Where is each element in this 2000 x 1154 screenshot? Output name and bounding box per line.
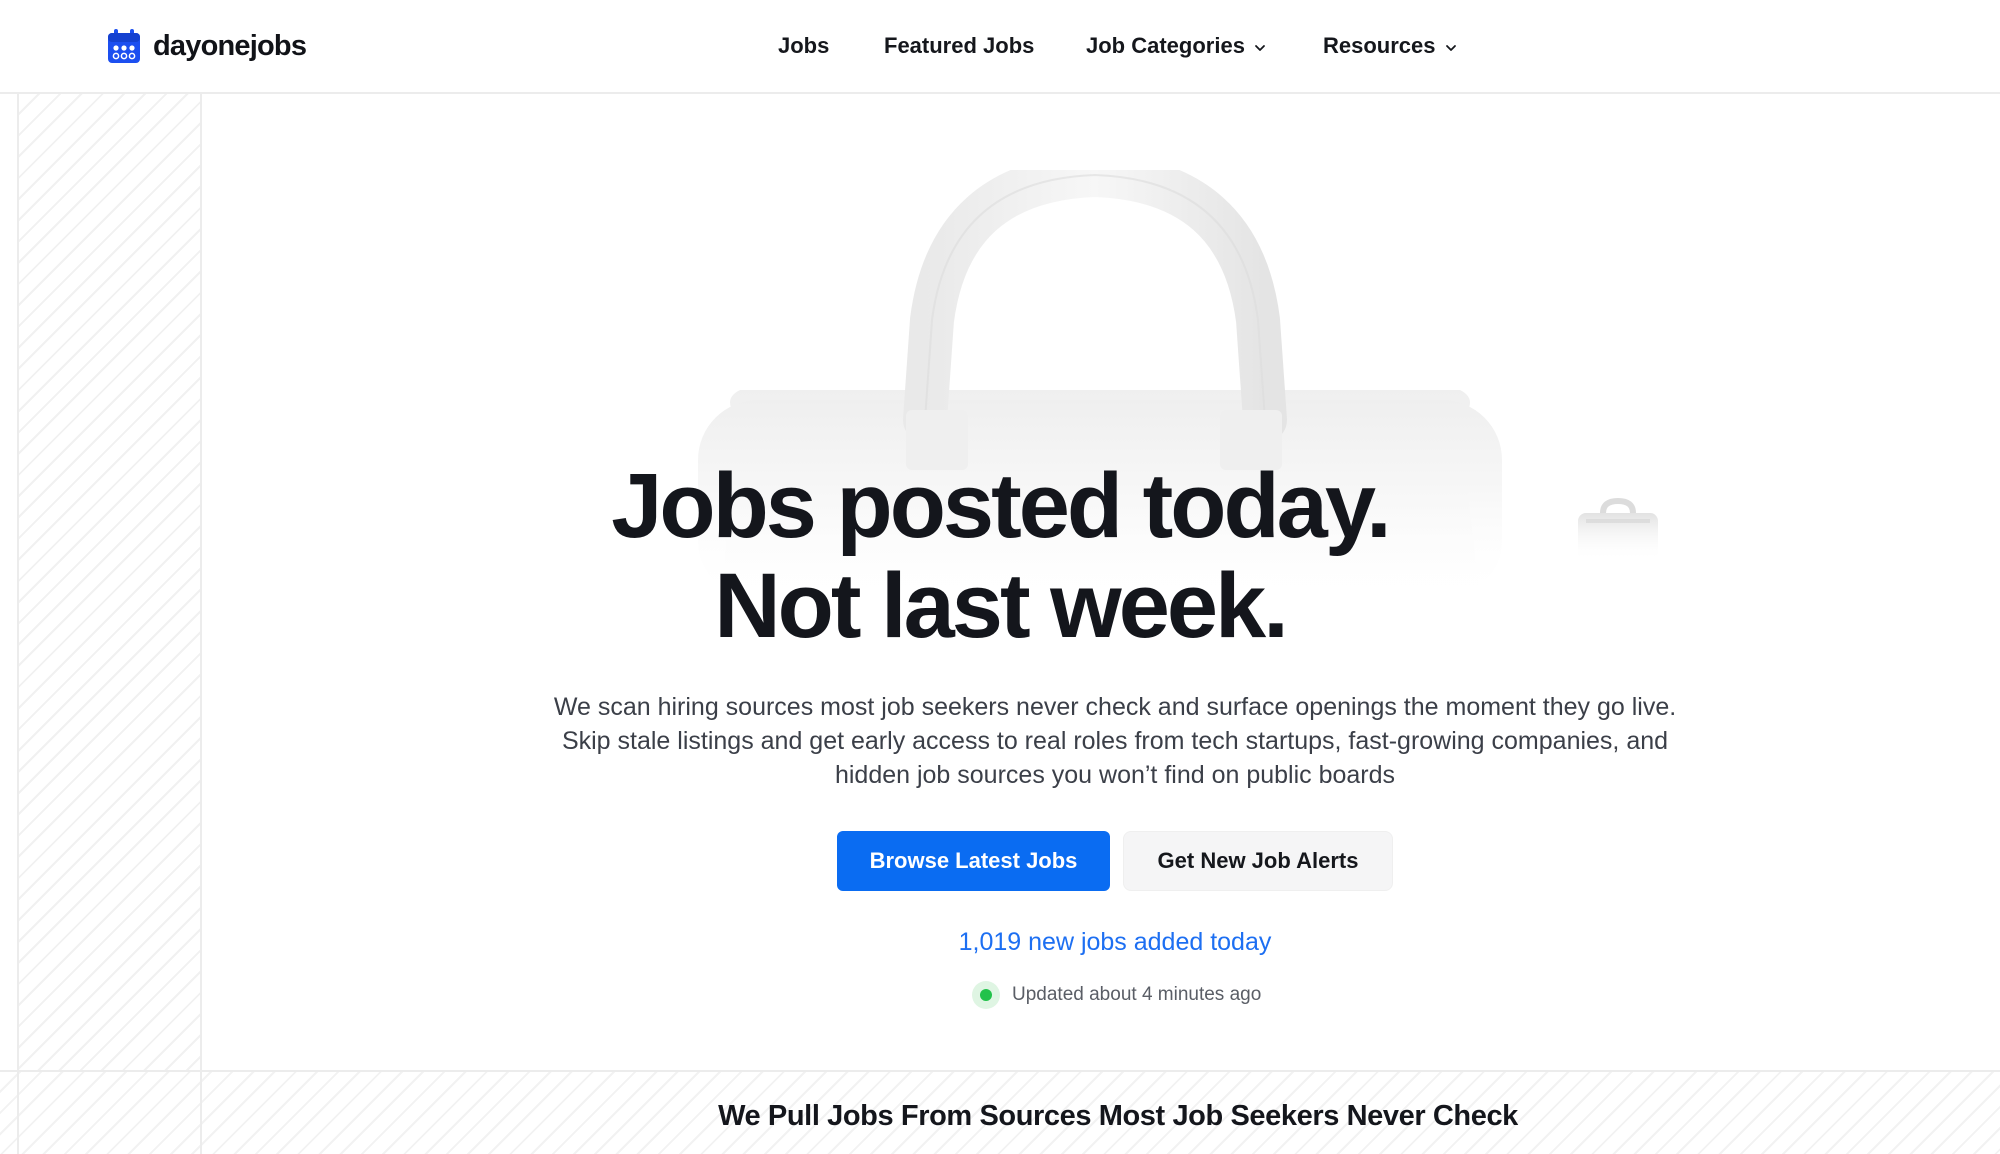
new-jobs-count-link[interactable]: 1,019 new jobs added today — [0, 928, 2000, 957]
get-job-alerts-button[interactable]: Get New Job Alerts — [1123, 831, 1393, 891]
nav-item-job-categories[interactable]: Job Categories — [1086, 26, 1267, 66]
nav-item-label: Jobs — [778, 33, 830, 58]
browse-latest-jobs-button[interactable]: Browse Latest Jobs — [837, 831, 1110, 891]
calendar-icon — [108, 29, 140, 63]
brand-name: dayonejobs — [153, 29, 307, 62]
update-status: Updated about 4 minutes ago — [972, 980, 1261, 1010]
nav-item-resources[interactable]: Resources — [1323, 26, 1458, 66]
nav-item-jobs[interactable]: Jobs — [778, 26, 829, 66]
nav-item-label: Featured Jobs — [884, 33, 1035, 58]
nav-item-label: Job Categories — [1086, 33, 1245, 58]
hero-subtext-line: We scan hiring sources most job seekers … — [553, 693, 1677, 721]
nav-item-featured-jobs[interactable]: Featured Jobs — [884, 26, 1034, 66]
hero-headline-line2: Not last week. — [714, 555, 1289, 657]
site-header: dayonejobs Jobs Featured Jobs Job Catego… — [0, 0, 2000, 94]
sources-section-title: We Pull Jobs From Sources Most Job Seeke… — [718, 1100, 1518, 1132]
hero-headline-line1: Jobs posted today. — [611, 455, 1392, 557]
hero-subtext-line: hidden job sources you won’t find on pub… — [834, 761, 1396, 789]
hero-subtext-line: Skip stale listings and get early access… — [561, 727, 1669, 755]
status-dot-icon — [972, 981, 1000, 1009]
chevron-down-icon — [1255, 44, 1265, 51]
hero-subtext: We scan hiring sources most job seekers … — [500, 690, 1730, 792]
chevron-down-icon — [1445, 44, 1456, 51]
nav-item-label: Resources — [1323, 33, 1436, 58]
logo-link[interactable]: dayonejobs — [107, 26, 307, 66]
updated-text: Updated about 4 minutes ago — [1012, 984, 1262, 1005]
page: dayonejobs Jobs Featured Jobs Job Catego… — [0, 0, 2000, 1154]
